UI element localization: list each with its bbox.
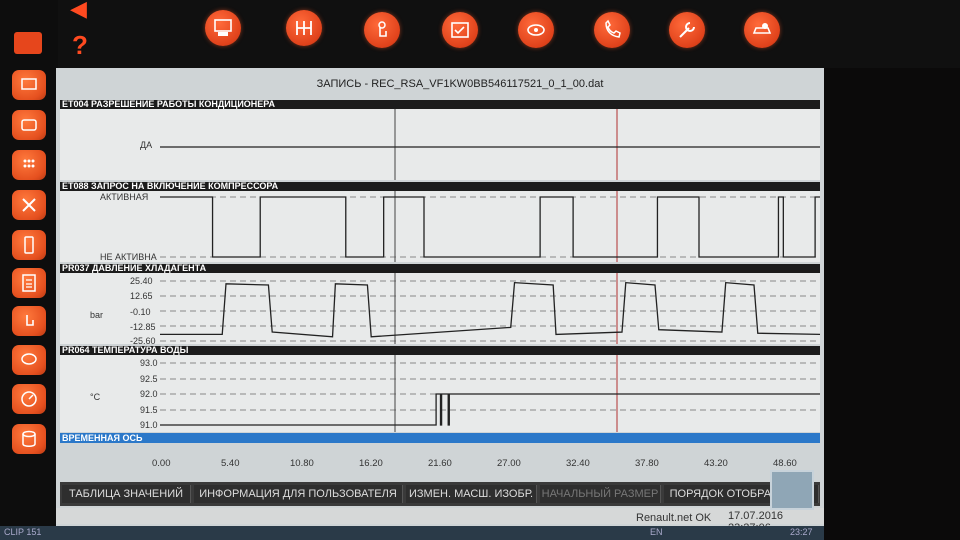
- panel-pr037: PR037 ДАВЛЕНИЕ ХЛАДАГЕНТА bar 25.40 12.6…: [60, 264, 820, 346]
- tab-value-table[interactable]: ТАБЛИЦА ЗНАЧЕНИЙ: [62, 485, 191, 503]
- checklist-icon[interactable]: [442, 12, 478, 48]
- chart-pr037: [160, 273, 820, 344]
- chart-pr064: [160, 355, 820, 432]
- phone-support-icon[interactable]: [594, 12, 630, 48]
- series-line: [160, 196, 820, 258]
- time-tick: 48.60: [773, 458, 797, 469]
- top-toolbar: ◀ ?: [0, 0, 960, 68]
- wrench-icon[interactable]: [669, 12, 705, 48]
- language-indicator[interactable]: EN: [650, 527, 663, 537]
- car-screen-icon[interactable]: [205, 10, 241, 46]
- taskbar: CLIP 151 EN 23:27: [0, 526, 824, 540]
- panel-title: ET004 РАЗРЕШЕНИЕ РАБОТЫ КОНДИЦИОНЕРА: [60, 100, 820, 109]
- panel-et088: ET088 ЗАПРОС НА ВКЛЮЧЕНИЕ КОМПРЕССОРА АК…: [60, 182, 820, 262]
- taskbar-clock: 23:27: [790, 527, 813, 537]
- time-tick: 27.00: [497, 458, 521, 469]
- chart-et004: [160, 109, 820, 180]
- panel-pr064: PR064 ТЕМПЕРАТУРА ВОДЫ °C 93.0 92.5 92.0…: [60, 346, 820, 432]
- hand-touch-icon[interactable]: [12, 306, 46, 336]
- time-tick: 10.80: [290, 458, 314, 469]
- connection-status: Renault.net OK: [636, 512, 712, 524]
- time-tick: 37.80: [635, 458, 659, 469]
- recording-viewer: ЗАПИСЬ - REC_RSA_VF1KW0BB546117521_0_1_0…: [56, 68, 824, 540]
- time-tick: 21.60: [428, 458, 452, 469]
- tab-user-info[interactable]: ИНФОРМАЦИЯ ДЛЯ ПОЛЬЗОВАТЕЛЯ: [194, 485, 403, 503]
- time-axis-title: ВРЕМЕННАЯ ОСЬ: [60, 433, 820, 443]
- left-sidebar: [0, 0, 58, 540]
- panel-title: PR064 ТЕМПЕРАТУРА ВОДЫ: [60, 346, 820, 355]
- recording-file-name: ЗАПИСЬ - REC_RSA_VF1KW0BB546117521_0_1_0…: [316, 78, 604, 90]
- panel-title: PR037 ДАВЛЕНИЕ ХЛАДАГЕНТА: [60, 264, 820, 273]
- time-tick: 0.00: [152, 458, 171, 469]
- panel-et004: ET004 РАЗРЕШЕНИЕ РАБОТЫ КОНДИЦИОНЕРА ДА: [60, 100, 820, 180]
- time-tick: 32.40: [566, 458, 590, 469]
- keypad-icon[interactable]: [12, 150, 46, 180]
- time-tick: 16.20: [359, 458, 383, 469]
- wallet-icon[interactable]: [12, 110, 46, 140]
- back-arrow-icon[interactable]: ◀: [70, 0, 87, 22]
- tab-change-scale[interactable]: ИЗМЕН. МАСШ. ИЗОБР.: [406, 485, 537, 503]
- chat-icon[interactable]: [12, 345, 46, 375]
- tools-cross-icon[interactable]: [12, 190, 46, 220]
- phone-device-icon[interactable]: [12, 230, 46, 260]
- recording-title: ЗАПИСЬ - REC_RSA_VF1KW0BB546117521_0_1_0…: [56, 78, 824, 98]
- eye-scan-icon[interactable]: [518, 12, 554, 48]
- printer-icon[interactable]: [14, 32, 42, 54]
- tab-initial-size: НАЧАЛЬНЫЙ РАЗМЕР: [540, 485, 661, 503]
- tab-bar: ТАБЛИЦА ЗНАЧЕНИЙ ИНФОРМАЦИЯ ДЛЯ ПОЛЬЗОВА…: [60, 482, 820, 506]
- time-tick: 5.40: [221, 458, 240, 469]
- monitor-icon[interactable]: [12, 70, 46, 100]
- flash-icon[interactable]: [770, 470, 814, 510]
- touch-hand-icon[interactable]: [364, 12, 400, 48]
- car-check-icon[interactable]: [744, 12, 780, 48]
- status-bar: Renault.net OK 17.07.2016 23:27:06: [56, 508, 824, 534]
- database-icon[interactable]: [12, 424, 46, 454]
- series-line: [160, 281, 820, 338]
- gearbox-icon[interactable]: [286, 10, 322, 46]
- panel-title: ET088 ЗАПРОС НА ВКЛЮЧЕНИЕ КОМПРЕССОРА: [60, 182, 820, 191]
- gauge-icon[interactable]: [12, 384, 46, 414]
- chart-et088: [160, 191, 820, 262]
- taskbar-app: CLIP 151: [4, 527, 42, 537]
- calculator-icon[interactable]: [12, 268, 46, 298]
- help-button[interactable]: ?: [72, 30, 88, 61]
- time-tick: 43.20: [704, 458, 728, 469]
